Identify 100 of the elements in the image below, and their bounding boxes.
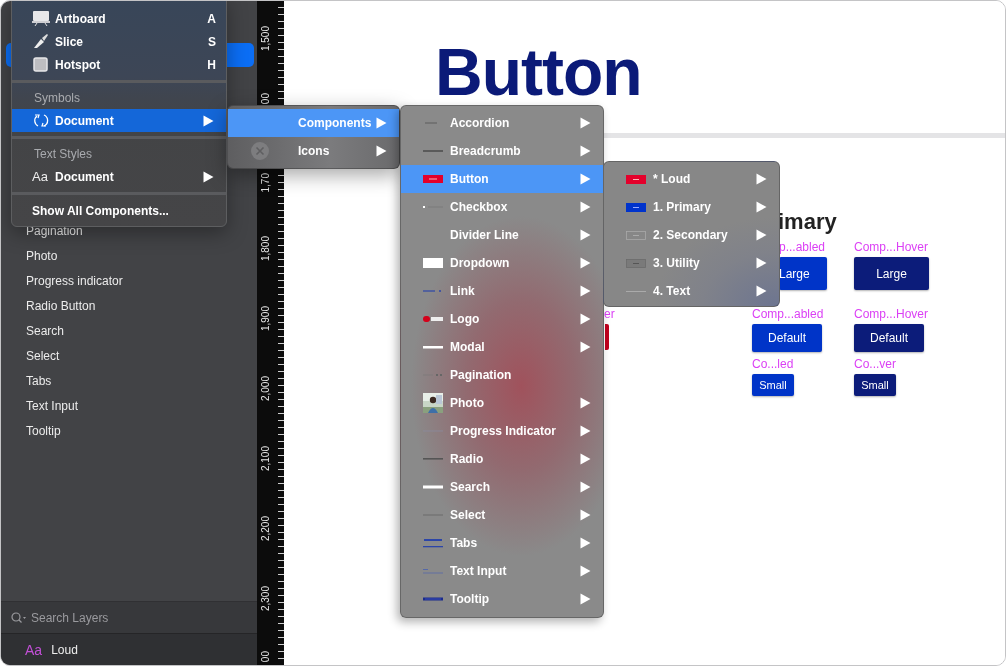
sample-button[interactable]: Default (752, 324, 822, 352)
submenu-arrow-icon (580, 145, 591, 157)
submenu-arrow-icon (756, 173, 767, 185)
sample-button[interactable]: Small (752, 374, 794, 396)
menu-item[interactable]: Photo (401, 389, 603, 417)
menu-item[interactable]: Select (401, 501, 603, 529)
thumbnail-icon (626, 173, 646, 185)
search-input[interactable]: Search Layers (31, 610, 231, 625)
layer-item[interactable]: Tooltip (1, 423, 257, 448)
component-label: Comp...abled (752, 307, 824, 322)
menu-item[interactable]: Button (401, 165, 603, 193)
layer-item[interactable]: Photo (1, 248, 257, 273)
layer-item[interactable]: Search (1, 323, 257, 348)
ruler-label: 2,200 (260, 516, 271, 542)
menu-item[interactable]: Tabs (401, 529, 603, 557)
submenu-arrow-icon (580, 117, 591, 129)
submenu-arrow-icon (580, 481, 591, 493)
search-field[interactable]: Search Layers (1, 601, 257, 633)
submenu-arrow-icon (580, 201, 591, 213)
layer-item[interactable]: Text Input (1, 398, 257, 423)
sample-button[interactable]: Small (854, 374, 896, 396)
submenu-arrow-icon (756, 257, 767, 269)
submenu-arrow-icon (376, 145, 387, 157)
submenu-arrow-icon (580, 173, 591, 185)
thumbnail-icon (626, 257, 646, 269)
ruler-label: 1,800 (260, 236, 271, 262)
menu-section-header: Text Styles (33, 146, 94, 163)
menu-item[interactable]: Artboard A (12, 7, 226, 30)
text-style-name[interactable]: Loud (51, 642, 78, 657)
menu-item[interactable]: Tooltip (401, 585, 603, 613)
submenu-arrow-icon (580, 341, 591, 353)
submenu-arrow-icon (580, 257, 591, 269)
menu-item[interactable]: Dropdown (401, 249, 603, 277)
layer-item[interactable]: Pagination (1, 223, 257, 248)
menu-item[interactable]: Document (12, 109, 226, 132)
submenu-arrow-icon (580, 397, 591, 409)
menu-item[interactable]: Pagination (401, 361, 603, 389)
submenu-arrow-icon (580, 593, 591, 605)
text-style-icon: Aa (32, 169, 48, 184)
menu-item[interactable]: 4. Text (604, 277, 779, 305)
layer-item[interactable]: Tabs (1, 373, 257, 398)
menu-section-header: Symbols (33, 90, 81, 107)
thumbnail-icon (423, 173, 443, 185)
menu-item[interactable]: Link (401, 277, 603, 305)
menu-item[interactable]: Hotspot H (12, 53, 226, 76)
menu-item[interactable]: Logo (401, 305, 603, 333)
menu-item[interactable]: Text Input (401, 557, 603, 585)
submenu-arrow-icon (580, 565, 591, 577)
ruler-label: 2,000 (260, 376, 271, 402)
menu-item[interactable]: Aa Document (12, 165, 226, 188)
submenu-arrow-icon (580, 425, 591, 437)
thumbnail-icon (626, 201, 646, 213)
menu-item[interactable]: Divider Line (401, 221, 603, 249)
layer-item[interactable]: Select (1, 348, 257, 373)
menu-item[interactable]: Breadcrumb (401, 137, 603, 165)
menu-item[interactable]: Slice S (12, 30, 226, 53)
sync-icon (32, 112, 50, 129)
component-label: Comp...Hover (854, 240, 929, 255)
submenu-arrow-icon (376, 117, 387, 129)
menu-item[interactable]: Show All Components... (12, 199, 226, 222)
section-heading: imary (778, 209, 838, 235)
page-title: Button (435, 37, 643, 107)
submenu-arrow-icon (580, 285, 591, 297)
sample-button[interactable]: Large (854, 257, 929, 290)
menu-item[interactable]: Icons (228, 137, 399, 165)
submenu-arrow-icon (580, 229, 591, 241)
ruler-label: 00 (260, 93, 271, 105)
menu-item[interactable]: Accordion (401, 109, 603, 137)
button-edge (605, 324, 609, 350)
submenu-arrow-icon (580, 537, 591, 549)
menu-item[interactable]: Search (401, 473, 603, 501)
submenu-arrow-icon (756, 201, 767, 213)
menu-item[interactable]: 2. Secondary (604, 221, 779, 249)
ruler-label: 2,300 (260, 586, 271, 612)
search-icon (11, 611, 27, 624)
menu-item[interactable]: Checkbox (401, 193, 603, 221)
submenu-arrow-icon (580, 453, 591, 465)
text-style-icon: Aa (25, 641, 43, 658)
menu-item[interactable]: Modal (401, 333, 603, 361)
submenu-arrow-icon (203, 114, 214, 127)
sample-button[interactable]: Default (854, 324, 924, 352)
sample-button[interactable]: Large (779, 257, 827, 290)
submenu-arrow-icon (756, 285, 767, 297)
knife-icon (32, 33, 50, 50)
submenu-arrow-icon (756, 229, 767, 241)
close-circle-icon (250, 141, 270, 161)
layer-item[interactable]: Progress indicator (1, 273, 257, 298)
menu-item[interactable]: Components (228, 109, 399, 137)
thumbnail-icon (423, 313, 443, 325)
layer-item[interactable]: Radio Button (1, 298, 257, 323)
ruler-label: 00 (260, 651, 271, 663)
square-icon (32, 56, 50, 73)
menu-item[interactable]: Progress Indicator (401, 417, 603, 445)
menu-item[interactable]: 3. Utility (604, 249, 779, 277)
ruler-label: 1,900 (260, 306, 271, 332)
menu-item[interactable]: * Loud (604, 165, 779, 193)
menu-item[interactable]: 1. Primary (604, 193, 779, 221)
component-label: Comp...Hover (854, 307, 929, 322)
thumbnail-icon (423, 537, 443, 549)
menu-item[interactable]: Radio (401, 445, 603, 473)
